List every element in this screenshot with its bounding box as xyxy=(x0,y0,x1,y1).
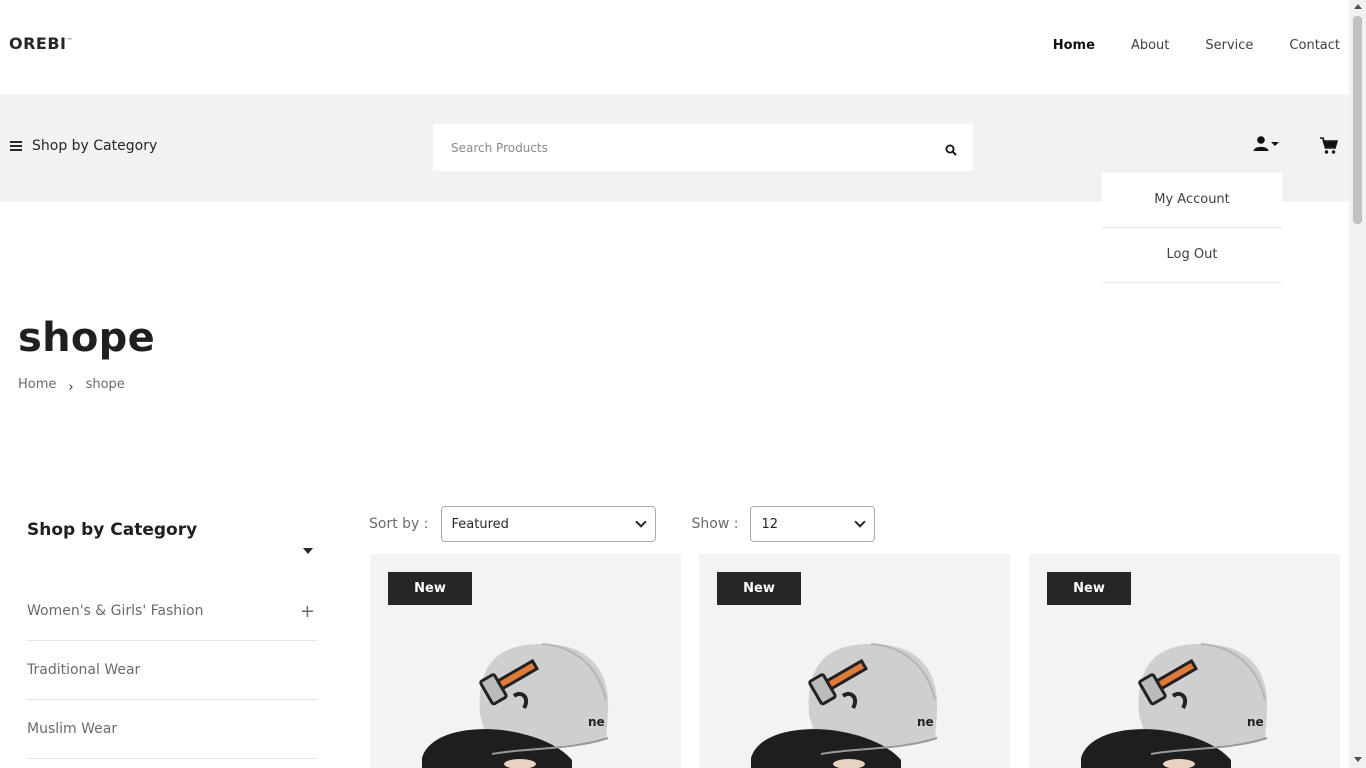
nav-links: Home About Service Contact xyxy=(1053,38,1340,53)
sort-by-value: Featured xyxy=(451,516,509,532)
cap-product-image: ne xyxy=(422,643,609,768)
page-title: shope xyxy=(18,315,156,361)
category-label: Women's & Girls' Fashion xyxy=(27,603,204,619)
sidebar-title: Shop by Category xyxy=(27,520,198,540)
category-sidebar: Shop by Category Women's & Girls' Fashio… xyxy=(27,520,317,759)
category-label: Muslim Wear xyxy=(27,721,118,737)
cap-product-image: ne xyxy=(1081,643,1268,768)
category-list: Women's & Girls' Fashion + Traditional W… xyxy=(27,582,317,759)
chevron-right-icon: › xyxy=(68,380,74,395)
nav-link-about[interactable]: About xyxy=(1131,38,1169,53)
product-card[interactable]: New ne xyxy=(1029,554,1340,768)
listing-controls: Sort by : Featured Show : 12 xyxy=(369,506,876,542)
my-account-link[interactable]: My Account xyxy=(1102,173,1282,228)
category-item-womens-girls-fashion[interactable]: Women's & Girls' Fashion + xyxy=(27,582,317,641)
category-label: Traditional Wear xyxy=(27,662,141,678)
logo-mark: ™ xyxy=(66,37,73,45)
scrollbar-thumb[interactable] xyxy=(1353,16,1362,224)
breadcrumb-home[interactable]: Home xyxy=(18,377,56,392)
show-count-value: 12 xyxy=(761,516,778,532)
user-menu-toggle[interactable] xyxy=(1253,136,1279,151)
caret-down-icon[interactable] xyxy=(303,548,313,554)
svg-text:ne: ne xyxy=(588,715,605,729)
shop-by-category-label: Shop by Category xyxy=(32,138,158,154)
top-navbar: OREBI™ Home About Service Contact xyxy=(0,0,1349,94)
account-dropdown: My Account Log Out xyxy=(1102,173,1282,283)
breadcrumb: Home › shope xyxy=(18,377,125,395)
search-bar xyxy=(433,124,973,171)
user-icon xyxy=(1253,136,1269,151)
nav-link-home[interactable]: Home xyxy=(1053,38,1095,53)
scroll-up-icon[interactable] xyxy=(1354,4,1362,9)
plus-icon[interactable]: + xyxy=(300,601,317,622)
sort-by-label: Sort by : xyxy=(369,516,429,532)
svg-text:ne: ne xyxy=(917,715,934,729)
nav-link-service[interactable]: Service xyxy=(1205,38,1253,53)
new-badge: New xyxy=(717,572,801,605)
show-label: Show : xyxy=(691,516,739,532)
product-card[interactable]: New ne xyxy=(699,554,1010,768)
log-out-link[interactable]: Log Out xyxy=(1102,228,1282,283)
category-item-muslim-wear[interactable]: Muslim Wear xyxy=(27,700,317,759)
search-icon[interactable] xyxy=(945,141,957,160)
new-badge: New xyxy=(1047,572,1131,605)
breadcrumb-current: shope xyxy=(85,377,125,392)
scroll-down-icon[interactable] xyxy=(1354,757,1362,762)
nav-link-contact[interactable]: Contact xyxy=(1289,38,1340,53)
cart-icon xyxy=(1320,137,1339,154)
show-count-select[interactable]: 12 xyxy=(750,506,876,542)
svg-text:ne: ne xyxy=(1247,715,1264,729)
category-item-traditional-wear[interactable]: Traditional Wear xyxy=(27,641,317,700)
new-badge: New xyxy=(388,572,472,605)
chevron-down-icon xyxy=(854,516,867,528)
chevron-down-icon xyxy=(634,516,647,528)
logo-text: OREBI xyxy=(9,34,67,53)
product-card[interactable]: New ne xyxy=(370,554,681,768)
cap-product-image: ne xyxy=(751,643,938,768)
brand-logo[interactable]: OREBI™ xyxy=(9,34,73,53)
caret-down-icon xyxy=(1271,141,1279,146)
cart-button[interactable] xyxy=(1320,137,1339,159)
page-scrollbar[interactable] xyxy=(1349,0,1366,768)
search-input[interactable] xyxy=(433,124,913,171)
sort-by-select[interactable]: Featured xyxy=(440,506,656,542)
hamburger-icon xyxy=(10,141,22,151)
shop-by-category-button[interactable]: Shop by Category xyxy=(10,138,157,154)
